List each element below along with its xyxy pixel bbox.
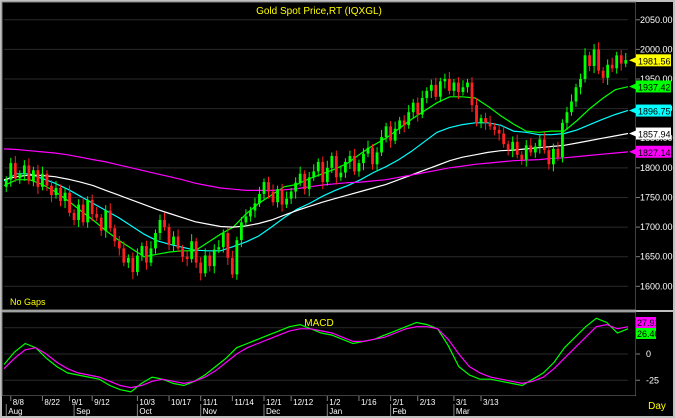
- x-tick-label-month: Jan: [329, 407, 342, 416]
- macd-value-text: 26.40: [637, 329, 660, 339]
- x-tick-label-month: Oct: [139, 407, 152, 416]
- x-tick-label-date: 11/1: [203, 398, 219, 407]
- macd-tick-label: -25: [646, 375, 659, 385]
- x-tick-label-date: 2/13: [420, 398, 436, 407]
- x-tick-label-date: 11/14: [234, 398, 254, 407]
- x-tick-label-month: Feb: [393, 407, 407, 416]
- macd-value-label: 26.40: [636, 328, 660, 339]
- no-gaps-note: No Gaps: [10, 297, 46, 307]
- macd-value-text: 27.91: [637, 318, 660, 328]
- x-tick-label-date: 2/1: [393, 398, 405, 407]
- price-value-text: 1827.14: [638, 148, 671, 158]
- price-value-text: 1981.56: [638, 56, 671, 66]
- x-tick-label-date: 12/12: [293, 398, 314, 407]
- x-tick-label-date: 10/17: [171, 398, 192, 407]
- chart-title: Gold Spot Price,RT (IQXGL): [256, 6, 382, 17]
- price-value-text: 1937.42: [638, 82, 671, 92]
- macd-value-label: 27.91: [636, 317, 660, 328]
- price-tick-label: 2000.00: [640, 44, 673, 54]
- price-tick-label: 1600.00: [640, 281, 673, 291]
- x-tick-label-date: 10/3: [139, 398, 155, 407]
- x-tick-label-month: Dec: [266, 407, 280, 416]
- x-tick-label-date: 3/13: [483, 398, 499, 407]
- candle: [561, 119, 564, 163]
- x-tick-label-month: Aug: [8, 407, 22, 416]
- price-tick-label: 2050.00: [640, 15, 673, 25]
- x-tick-label-date: 9/1: [72, 398, 84, 407]
- x-tick-label-date: 1/2: [329, 398, 341, 407]
- macd-title: MACD: [304, 318, 333, 329]
- x-tick-label-month: Mar: [456, 407, 470, 416]
- x-tick-label-date: 8/22: [44, 398, 60, 407]
- price-tick-label: 1700.00: [640, 222, 673, 232]
- x-tick-label-date: 1/16: [361, 398, 377, 407]
- price-value-text: 1896.75: [638, 107, 671, 117]
- macd-tick-label: 0: [646, 349, 651, 359]
- x-tick-label-month: Nov: [203, 407, 217, 416]
- price-value-text: 1857.94: [638, 130, 671, 140]
- x-tick-label-month: Sep: [76, 407, 91, 416]
- chart-root: 1600.001650.001700.001750.001800.001850.…: [0, 0, 675, 418]
- main-plot-area: [1, 1, 637, 311]
- price-tick-label: 1750.00: [640, 192, 673, 202]
- x-tick-label-date: 12/1: [266, 398, 282, 407]
- x-tick-label-date: 3/1: [456, 398, 468, 407]
- price-tick-label: 1650.00: [640, 252, 673, 262]
- candle: [235, 236, 239, 280]
- x-tick-label-date: 9/12: [94, 398, 110, 407]
- x-tick-label-date: 8/8: [13, 398, 25, 407]
- x-axis-label: Day: [648, 401, 666, 412]
- price-tick-label: 1800.00: [640, 163, 673, 173]
